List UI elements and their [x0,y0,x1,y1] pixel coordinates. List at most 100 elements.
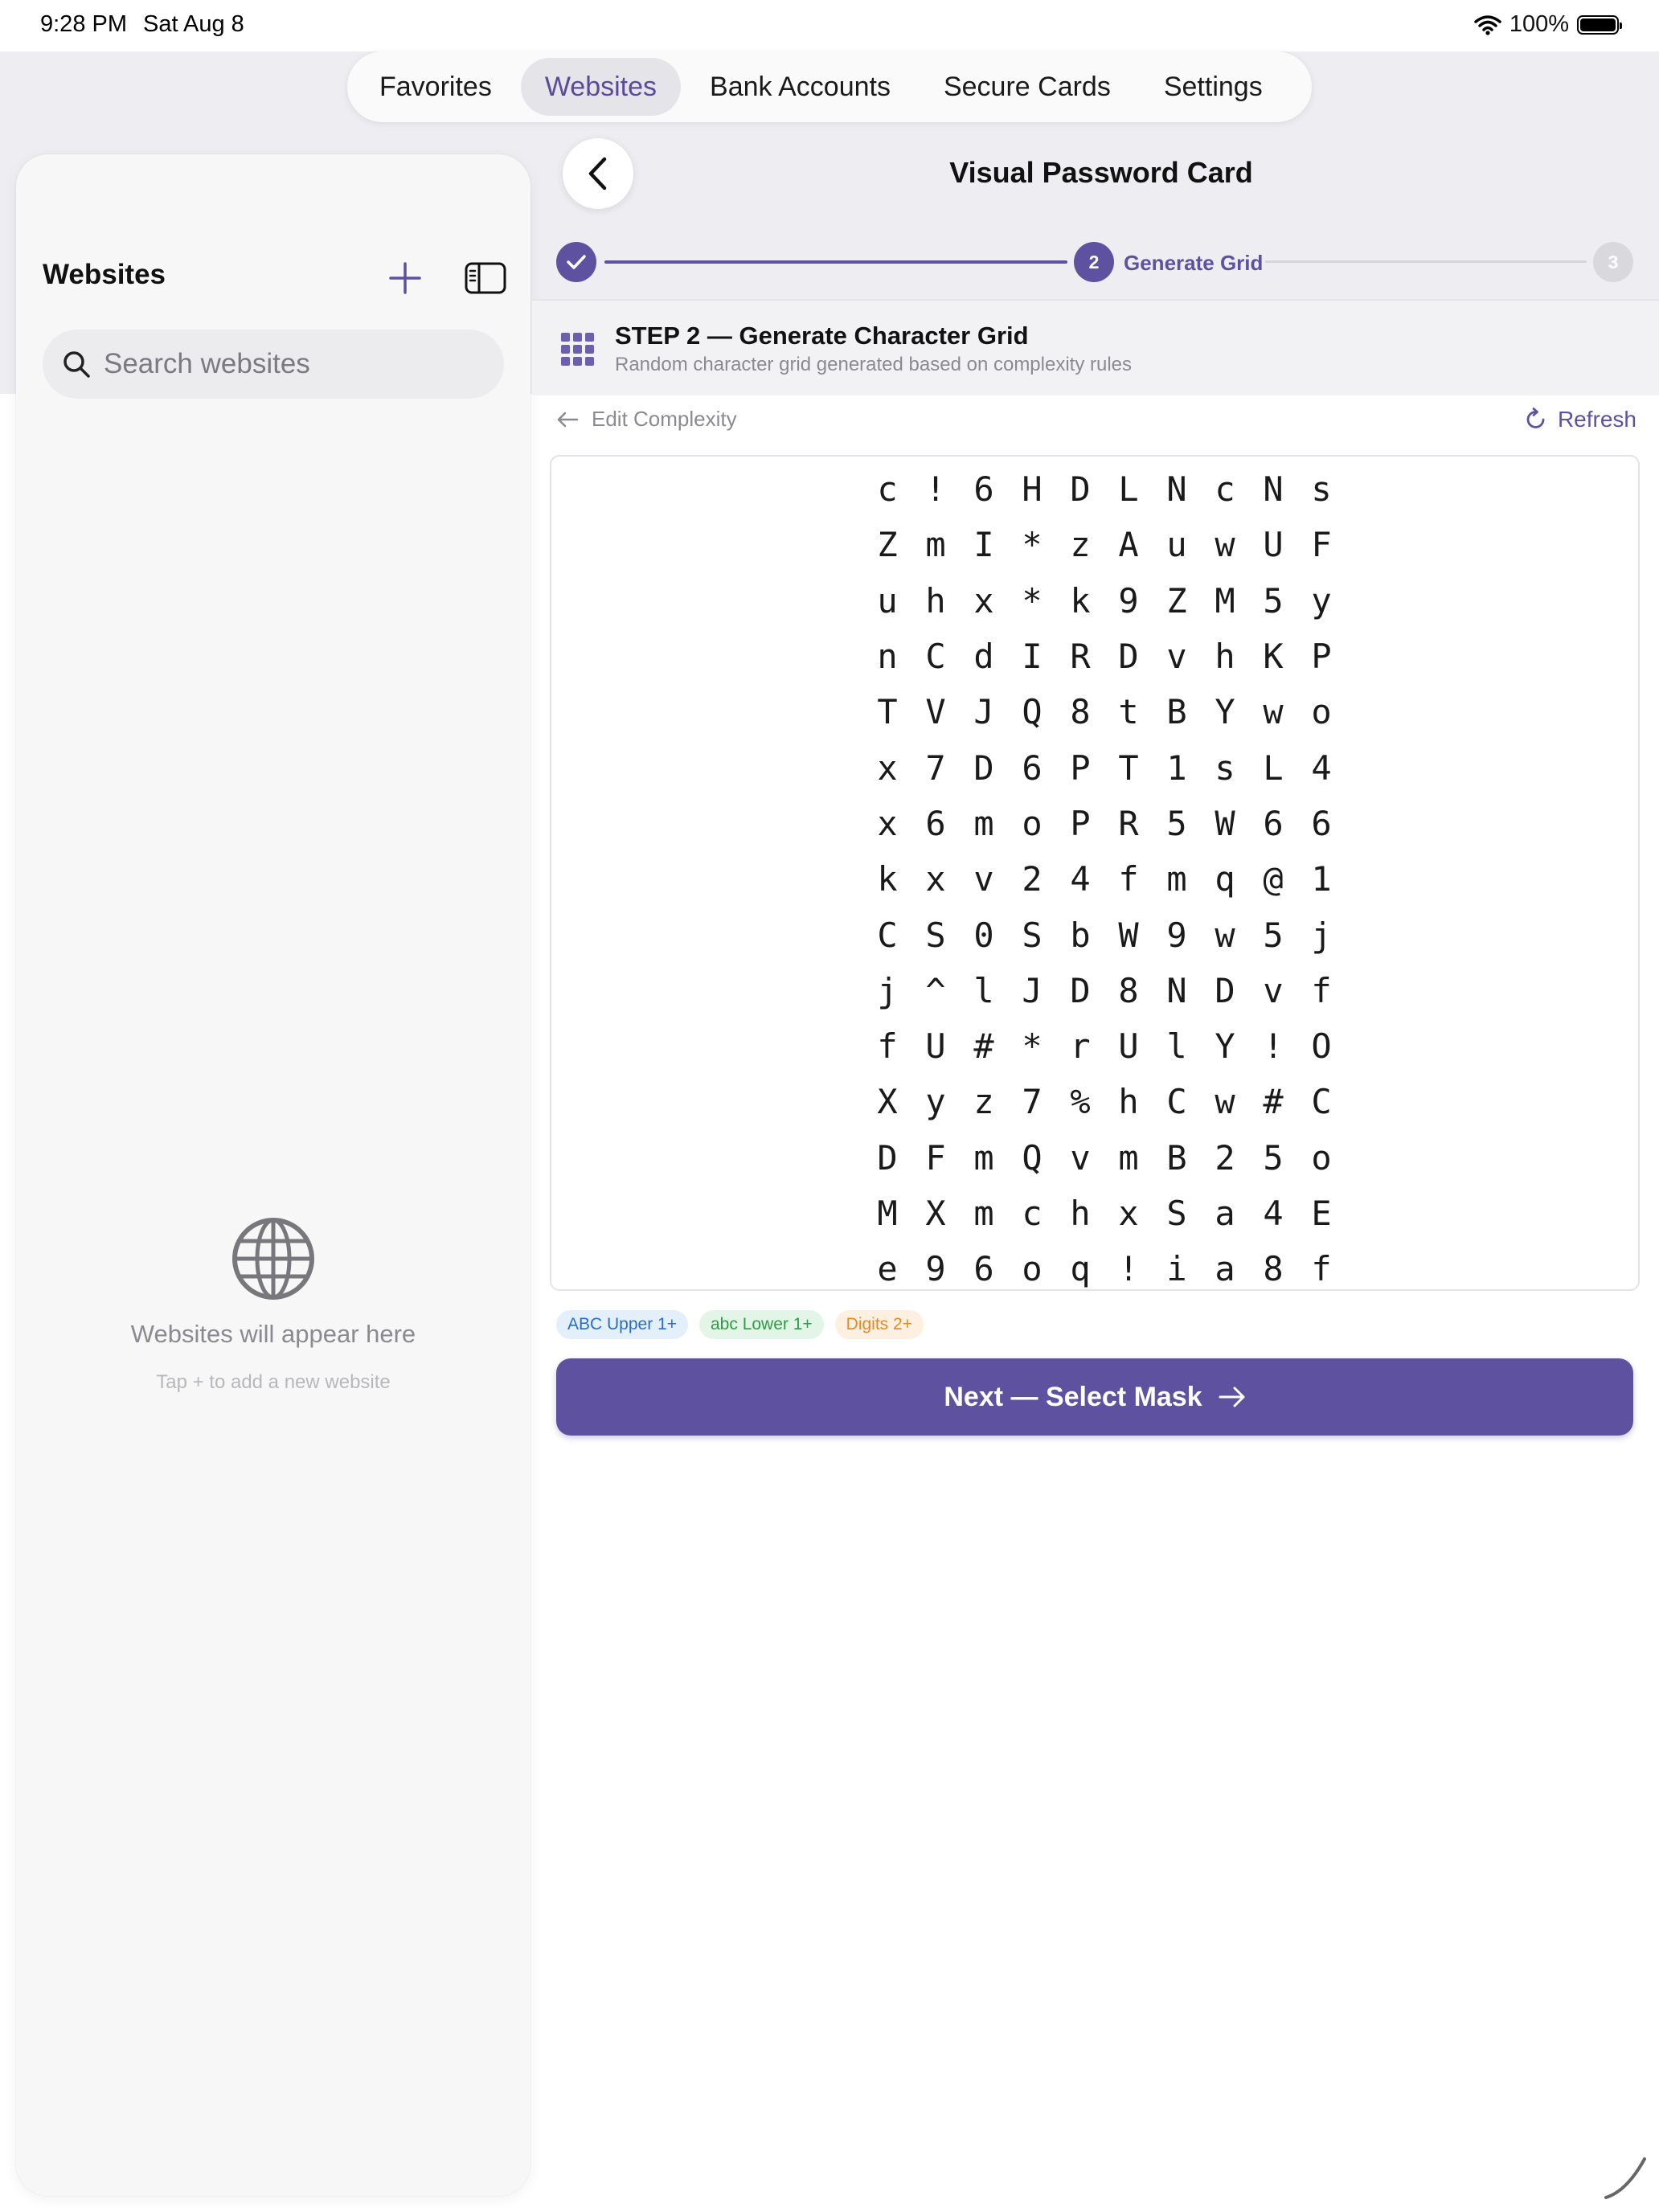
search-field[interactable] [43,330,504,399]
grid-cell: * [1022,525,1043,565]
grid-cell: m [1166,859,1187,899]
complexity-badges: ABC Upper 1+ abc Lower 1+ Digits 2+ [556,1310,924,1339]
grid-cell: v [1166,637,1187,677]
grid-cell: a [1215,1194,1235,1233]
grid-cell: s [1311,469,1332,510]
grid-cell: j [1311,915,1332,955]
grid-cell: 2 [1022,859,1043,899]
search-icon [63,351,90,378]
grid-cell: B [1166,692,1187,732]
grid-cell: 0 [973,915,994,955]
grid-cell: z [973,1082,994,1122]
grid-cell: # [973,1026,994,1067]
stepper-progress-line [604,260,1067,264]
arrow-right-icon [1219,1387,1245,1407]
grid-cell: A [1118,525,1139,565]
grid-cell: f [1311,970,1332,1010]
step-title: STEP 2 — Generate Character Grid [615,322,1029,350]
search-input[interactable] [102,347,491,381]
grid-cell: q [1070,1249,1091,1289]
grid-cell: N [1166,469,1187,510]
grid-cell: a [1215,1249,1235,1289]
step-current-label: Generate Grid [1124,251,1264,275]
tab-settings[interactable]: Settings [1140,58,1287,116]
grid-cell: 8 [1263,1249,1284,1289]
grid-cell: m [973,1137,994,1178]
step-next-indicator: 3 [1593,242,1633,282]
battery-icon [1577,14,1622,35]
character-grid-card: c! 6 H D L Nc Ns Zm I * z Au w U Fu h x * k 9 Z M 5 y n Cd I R Dv h K P… [550,455,1640,1291]
grid-cell: S [1166,1194,1187,1233]
grid-cell: f [877,1026,898,1067]
tab-favorites[interactable]: Favorites [355,58,516,116]
empty-state-title: Websites will appear here [130,1320,416,1348]
step-subtitle: Random character grid generated based on… [615,354,1133,375]
grid-cell: S [1022,915,1043,955]
status-right: 100% [1474,11,1622,38]
grid-cell: Y [1215,1026,1235,1067]
grid-cell: I [1022,637,1043,677]
grid-cell: B [1166,1137,1187,1178]
tab-websites[interactable]: Websites [520,58,682,116]
grid-cell: J [973,692,994,732]
refresh-button[interactable]: Refresh [1524,407,1636,432]
grid-cell: 9 [1166,915,1187,955]
grid-cell: U [925,1026,946,1067]
tab-bank-accounts[interactable]: Bank Accounts [686,58,915,116]
sidebar-toggle-button[interactable] [450,249,521,307]
grid-cell: M [1215,580,1235,621]
refresh-label: Refresh [1557,407,1636,432]
status-date: Sat Aug 8 [143,11,244,37]
grid-cell: 8 [1070,692,1091,732]
grid-cell: t [1118,692,1139,732]
sidebar-title: Websites [43,259,166,290]
grid-cell: W [1215,803,1235,843]
empty-state-subtitle: Tap + to add a new website [156,1371,391,1393]
grid-cell: T [877,692,898,732]
grid-cell: C [925,637,946,677]
grid-cell: 9 [925,1249,946,1289]
grid-cell: P [1070,748,1091,788]
grid-cell: * [1022,1026,1043,1067]
grid-cell: ! [1118,1249,1139,1289]
grid-cell: ! [1263,1026,1284,1067]
grid-cell: i [1166,1249,1187,1289]
grid-cell: o [1311,692,1332,732]
grid-cell: * [1022,580,1043,621]
grid-cell: D [1215,970,1235,1010]
grid-cell: F [1311,525,1332,565]
grid-cell: U [1263,525,1284,565]
grid-cell: R [1118,803,1139,843]
sidebar-toggle-icon [465,262,506,294]
grid-cell: 6 [1263,803,1284,843]
grid-cell: 6 [973,469,994,510]
edit-complexity-link[interactable]: Edit Complexity [556,407,737,432]
add-website-button[interactable] [370,249,440,307]
grid-cell: n [877,637,898,677]
edit-complexity-label: Edit Complexity [592,407,737,431]
grid-cell: D [1070,469,1091,510]
grid-cell: c [877,469,898,510]
grid-cell: w [1215,1082,1235,1122]
next-select-mask-button[interactable]: Next — Select Mask [556,1358,1633,1436]
tab-secure-cards[interactable]: Secure Cards [920,58,1135,116]
grid-cell: Y [1215,692,1235,732]
chevron-left-icon [588,157,607,190]
grid-cell: 5 [1166,803,1187,843]
grid-cell: J [1022,970,1043,1010]
grid-cell: l [1166,1026,1187,1067]
grid-cell: D [973,748,994,788]
grid-cell: # [1263,1082,1284,1122]
grid-cell: I [973,525,994,565]
step-current-indicator: 2 [1074,242,1114,282]
grid-cell: 4 [1311,748,1332,788]
grid-cell: c [1022,1194,1043,1233]
grid-cell: C [1311,1082,1332,1122]
grid-icon [561,333,594,366]
grid-cell: b [1070,915,1091,955]
grid-cell: x [877,803,898,843]
grid-cell: m [973,1194,994,1233]
back-button[interactable] [563,138,633,209]
grid-cell: w [1215,915,1235,955]
grid-cell: z [1070,525,1091,565]
